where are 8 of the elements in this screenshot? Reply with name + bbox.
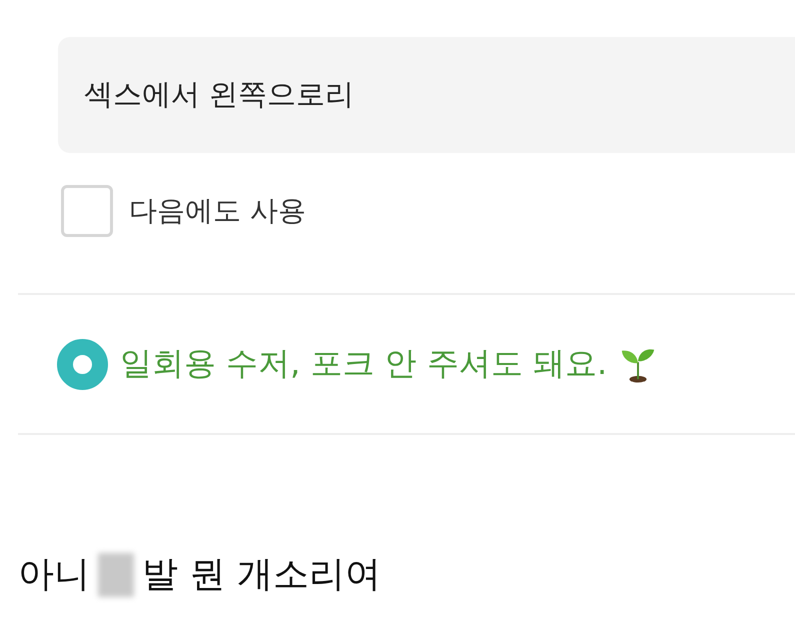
- caption-text: 아니: [18, 553, 90, 597]
- caption-text: 발 뭔 개소리여: [142, 553, 381, 597]
- checkbox[interactable]: [61, 185, 113, 237]
- request-field[interactable]: 섹스에서 왼쪽으로리: [58, 37, 795, 153]
- checkbox-label: 다음에도 사용: [129, 193, 306, 229]
- censor-blur: [98, 552, 134, 596]
- option-label: 일회용 수저, 포크 안 주셔도 돼요.: [120, 343, 608, 384]
- radio-button[interactable]: [57, 338, 108, 390]
